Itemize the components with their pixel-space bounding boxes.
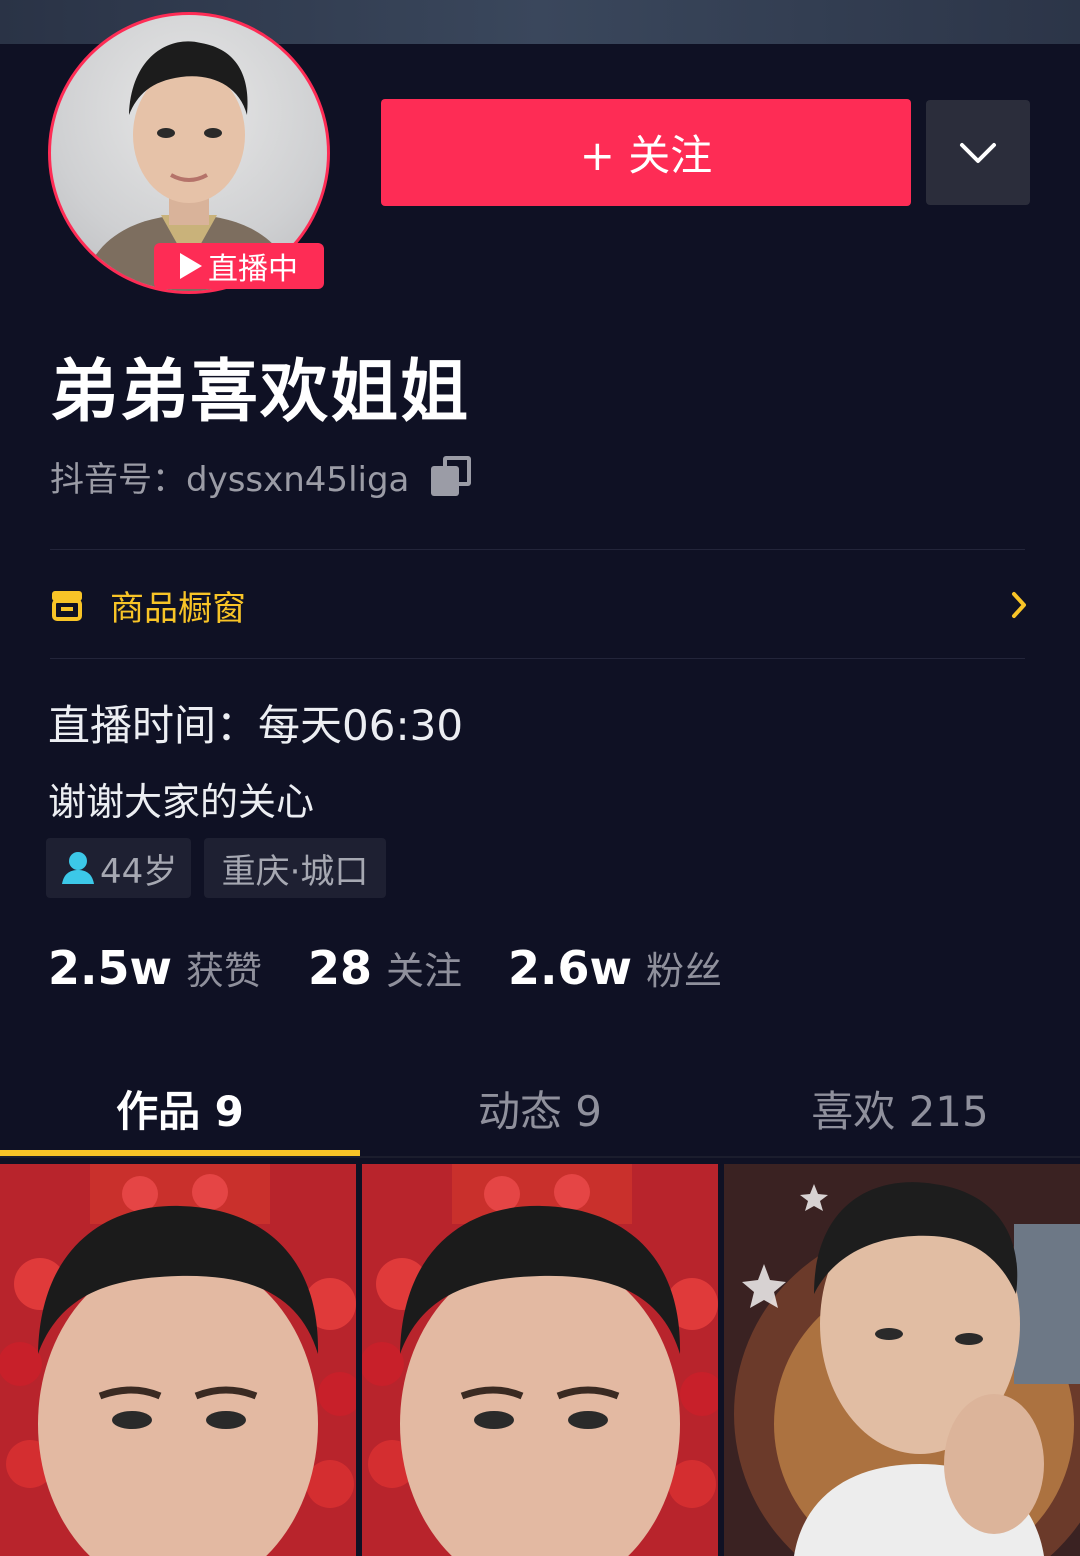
likes-label[interactable]: 获赞 [186, 940, 262, 995]
divider [50, 658, 1025, 659]
video-thumbnail-image [724, 1164, 1080, 1556]
video-thumbnail-image [0, 1164, 356, 1556]
copy-icon[interactable] [431, 455, 473, 498]
video-thumbnail-image [362, 1164, 718, 1556]
play-icon [180, 253, 202, 279]
live-badge[interactable]: 直播中 [154, 243, 324, 289]
video-thumbnail[interactable] [724, 1164, 1080, 1556]
douyin-id-text: 抖音号：dyssxn45liga [50, 460, 410, 500]
shop-window-label: 商品橱窗 [110, 588, 246, 629]
tab-posts[interactable]: 动态 9 [360, 1062, 720, 1154]
tab-likes[interactable]: 喜欢 215 [720, 1062, 1080, 1154]
likes-count[interactable]: 2.5w [48, 941, 172, 995]
bio-text: 谢谢大家的关心 [48, 780, 315, 824]
age-tag: 44岁 [46, 838, 191, 898]
avatar-container[interactable]: 直播中 [48, 12, 330, 294]
location-tag: 重庆·城口 [204, 838, 386, 898]
following-label[interactable]: 关注 [386, 940, 462, 995]
tab-likes-label: 喜欢 215 [811, 1086, 989, 1136]
stats-row: 2.5w 获赞 28 关注 2.6w 粉丝 [48, 940, 722, 995]
profile-tabs: 作品 9 动态 9 喜欢 215 [0, 1062, 1080, 1154]
follow-button-label: + 关注 [579, 131, 713, 180]
more-dropdown-button[interactable] [926, 100, 1030, 205]
video-thumbnail[interactable] [0, 1164, 356, 1556]
bio-live-time: 直播时间：每天06:30 [48, 701, 464, 750]
tab-works-label: 作品 9 [116, 1086, 244, 1136]
shop-window-row[interactable]: 商品橱窗 [50, 575, 1030, 635]
tab-works[interactable]: 作品 9 [0, 1062, 360, 1154]
followers-count[interactable]: 2.6w [508, 941, 632, 995]
user-icon [62, 852, 94, 884]
following-count[interactable]: 28 [308, 941, 372, 995]
age-tag-label: 44岁 [100, 851, 178, 892]
douyin-id-row: 抖音号：dyssxn45liga [50, 452, 473, 501]
divider [50, 549, 1025, 550]
live-badge-label: 直播中 [208, 252, 298, 287]
tab-divider [0, 1156, 1080, 1158]
followers-label[interactable]: 粉丝 [646, 940, 722, 995]
shop-icon [52, 591, 82, 621]
chevron-down-icon [960, 142, 996, 163]
video-thumbnail[interactable] [362, 1164, 718, 1556]
chevron-right-icon [1012, 592, 1026, 618]
follow-button[interactable]: + 关注 [381, 99, 911, 206]
location-tag-label: 重庆·城口 [221, 851, 369, 892]
tab-posts-label: 动态 9 [477, 1086, 603, 1136]
profile-name: 弟弟喜欢姐姐 [50, 353, 471, 432]
